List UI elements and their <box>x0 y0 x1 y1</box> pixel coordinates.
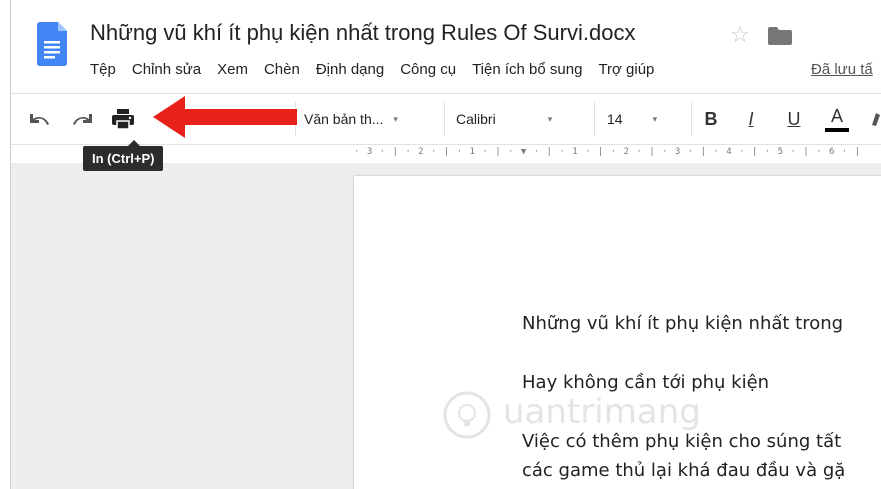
highlight-icon <box>871 113 880 126</box>
font-size-select[interactable]: 14 ▾ <box>607 104 677 134</box>
chevron-down-icon: ▾ <box>393 113 398 124</box>
menu-view[interactable]: Xem <box>217 61 248 78</box>
menu-help[interactable]: Trợ giúp <box>598 61 654 78</box>
menu-file[interactable]: Tệp <box>90 61 116 78</box>
text-color-label: A <box>830 106 843 126</box>
red-arrow-annotation <box>153 96 297 138</box>
google-docs-icon[interactable] <box>37 22 67 66</box>
paragraph-style-value: Văn bản th... <box>304 111 384 127</box>
watermark-text: uantrimang <box>503 392 701 432</box>
paragraph-body-line-2[interactable]: các game thủ lại khá đau đầu và gặ <box>522 460 845 481</box>
toolbar-separator <box>444 102 445 136</box>
menu-tools[interactable]: Công cụ <box>400 61 456 78</box>
toolbar-separator <box>691 102 692 136</box>
font-size-value: 14 <box>607 111 623 127</box>
redo-icon <box>73 114 92 125</box>
toolbar: Văn bản th... ▾ Calibri ▾ 14 ▾ B I U A <box>11 93 881 145</box>
text-color-button[interactable]: A <box>824 104 850 134</box>
print-button[interactable] <box>107 104 139 134</box>
lightbulb-watermark-icon <box>443 391 491 439</box>
printer-icon <box>112 109 134 130</box>
saved-status-link[interactable]: Đã lưu tấ <box>811 61 873 78</box>
menu-insert[interactable]: Chèn <box>264 61 300 78</box>
menu-addons[interactable]: Tiện ích bổ sung <box>472 61 582 78</box>
menu-bar: Tệp Chỉnh sửa Xem Chèn Định dạng Công cụ… <box>90 61 670 78</box>
redo-button[interactable] <box>67 104 97 134</box>
print-tooltip: In (Ctrl+P) <box>83 140 164 171</box>
docs-window: Những vũ khí ít phụ kiện nhất trong Rule… <box>10 0 881 489</box>
text-color-swatch <box>825 128 849 132</box>
chevron-down-icon: ▾ <box>652 113 658 124</box>
document-title[interactable]: Những vũ khí ít phụ kiện nhất trong Rule… <box>90 20 635 46</box>
chevron-down-icon: ▾ <box>547 113 553 124</box>
menu-edit[interactable]: Chỉnh sửa <box>132 61 201 78</box>
undo-icon <box>30 114 49 125</box>
docs-header: Những vũ khí ít phụ kiện nhất trong Rule… <box>11 0 881 93</box>
italic-button[interactable]: I <box>741 104 761 134</box>
menu-format[interactable]: Định dạng <box>316 61 384 78</box>
paragraph-heading[interactable]: Những vũ khí ít phụ kiện nhất trong <box>522 313 843 334</box>
bold-button[interactable]: B <box>701 104 721 134</box>
document-canvas: Những vũ khí ít phụ kiện nhất trong Hay … <box>11 163 881 489</box>
folder-icon[interactable] <box>768 27 792 45</box>
toolbar-separator <box>594 102 595 136</box>
undo-button[interactable] <box>25 104 55 134</box>
more-options-icon[interactable] <box>869 104 881 134</box>
watermark-logo: uantrimang <box>437 390 767 440</box>
document-page[interactable]: Những vũ khí ít phụ kiện nhất trong Hay … <box>354 176 881 489</box>
paragraph-style-select[interactable]: Văn bản th... ▾ <box>304 104 422 134</box>
font-family-select[interactable]: Calibri ▾ <box>456 104 581 134</box>
underline-button[interactable]: U <box>784 104 804 134</box>
star-icon[interactable]: ☆ <box>730 22 750 48</box>
font-family-value: Calibri <box>456 111 496 127</box>
ruler-scale: · 3 · | · 2 · | · 1 · | · ▼ · | · 1 · | … <box>354 147 862 157</box>
